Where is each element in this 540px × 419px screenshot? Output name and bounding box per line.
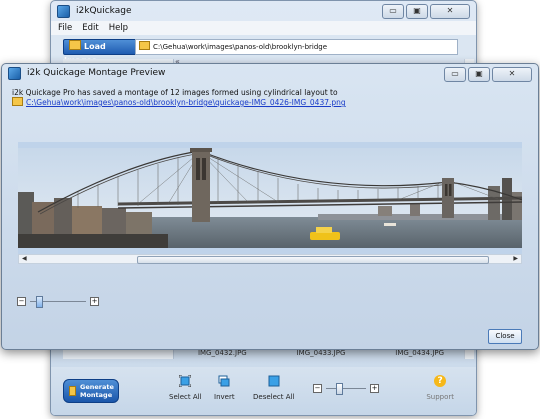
generate-montage-button[interactable]: Generate Montage bbox=[63, 379, 119, 403]
preview-zoom-slider[interactable]: − + bbox=[17, 296, 99, 308]
help-icon: ? bbox=[434, 375, 447, 387]
dialog-close-window-button[interactable]: ✕ bbox=[492, 67, 532, 82]
zoom-out-icon[interactable]: − bbox=[17, 297, 26, 306]
zoom-slider-knob[interactable] bbox=[36, 296, 43, 308]
thumb-label: IMG_0434.JPG bbox=[395, 349, 445, 357]
deselect-all-icon bbox=[268, 375, 280, 387]
montage-icon bbox=[69, 386, 76, 396]
invert-icon bbox=[218, 375, 230, 387]
saved-file-row: C:\Gehua\work\images\panos-old\brooklyn-… bbox=[12, 97, 346, 107]
close-window-button[interactable]: ✕ bbox=[430, 4, 470, 19]
select-all-icon bbox=[179, 375, 192, 387]
close-button[interactable]: Close bbox=[488, 329, 522, 344]
generate-montage-label: Generate Montage bbox=[80, 383, 114, 399]
saved-file-link[interactable]: C:\Gehua\work\images\panos-old\brooklyn-… bbox=[26, 98, 346, 107]
app-icon bbox=[8, 66, 21, 80]
thumb-label: IMG_0433.JPG bbox=[296, 349, 346, 357]
zoom-out-icon[interactable]: − bbox=[313, 384, 322, 393]
maximize-button[interactable]: ▣ bbox=[406, 4, 428, 19]
menu-file[interactable]: File bbox=[58, 23, 72, 33]
dialog-maximize-button[interactable]: ▣ bbox=[468, 67, 490, 82]
load-toolbar: Load Images C:\Gehua\work\images\panos-o… bbox=[51, 35, 476, 65]
folder-icon bbox=[12, 97, 23, 106]
menu-bar: File Edit Help bbox=[51, 21, 476, 35]
thumbnail-labels: IMG_0432.JPG IMG_0433.JPG IMG_0434.JPG bbox=[173, 349, 469, 359]
folder-icon bbox=[69, 40, 81, 50]
saved-message: i2k Quickage Pro has saved a montage of … bbox=[12, 88, 338, 97]
zoom-in-icon[interactable]: + bbox=[90, 297, 99, 306]
dialog-minimize-button[interactable]: ▭ bbox=[444, 67, 466, 82]
bottom-toolbar: Generate Montage Select All Invert Desel… bbox=[51, 367, 476, 415]
select-all-button[interactable]: Select All bbox=[169, 375, 202, 401]
deselect-all-label: Deselect All bbox=[253, 393, 295, 401]
folder-path-text: C:\Gehua\work\images\panos-old\brooklyn-… bbox=[153, 43, 328, 51]
montage-preview-dialog: i2k Quickage Montage Preview ▭ ▣ ✕ i2k Q… bbox=[1, 63, 539, 350]
dialog-title: i2k Quickage Montage Preview bbox=[27, 68, 166, 78]
menu-help[interactable]: Help bbox=[109, 23, 128, 33]
panorama-image bbox=[18, 148, 523, 248]
select-all-label: Select All bbox=[169, 393, 202, 401]
deselect-all-button[interactable]: Deselect All bbox=[253, 375, 294, 401]
zoom-slider-knob[interactable] bbox=[336, 383, 343, 395]
montage-preview-image bbox=[18, 142, 523, 257]
invert-button[interactable]: Invert bbox=[214, 375, 235, 401]
load-images-button[interactable]: Load Images bbox=[63, 39, 139, 65]
main-window-title: i2kQuickage bbox=[76, 6, 132, 16]
support-button[interactable]: ? Support bbox=[426, 375, 454, 401]
folder-icon bbox=[139, 41, 150, 50]
zoom-in-icon[interactable]: + bbox=[370, 384, 379, 393]
scroll-left-icon[interactable]: ◀ bbox=[22, 255, 27, 263]
thumb-label: IMG_0432.JPG bbox=[197, 349, 247, 357]
main-titlebar: i2kQuickage ▭ ▣ ✕ bbox=[51, 1, 476, 21]
scroll-thumb[interactable] bbox=[137, 256, 489, 264]
app-icon bbox=[57, 4, 70, 18]
invert-label: Invert bbox=[214, 393, 235, 401]
support-label: Support bbox=[426, 393, 454, 401]
minimize-button[interactable]: ▭ bbox=[382, 4, 404, 19]
scroll-right-icon[interactable]: ▶ bbox=[513, 255, 518, 263]
menu-edit[interactable]: Edit bbox=[82, 23, 98, 33]
folder-path-field[interactable]: C:\Gehua\work\images\panos-old\brooklyn-… bbox=[135, 39, 458, 55]
preview-horizontal-scrollbar[interactable]: ◀ ▶ bbox=[18, 254, 522, 264]
dialog-titlebar: i2k Quickage Montage Preview ▭ ▣ ✕ bbox=[2, 64, 538, 82]
thumbnail-zoom-slider[interactable]: − + bbox=[313, 383, 379, 395]
